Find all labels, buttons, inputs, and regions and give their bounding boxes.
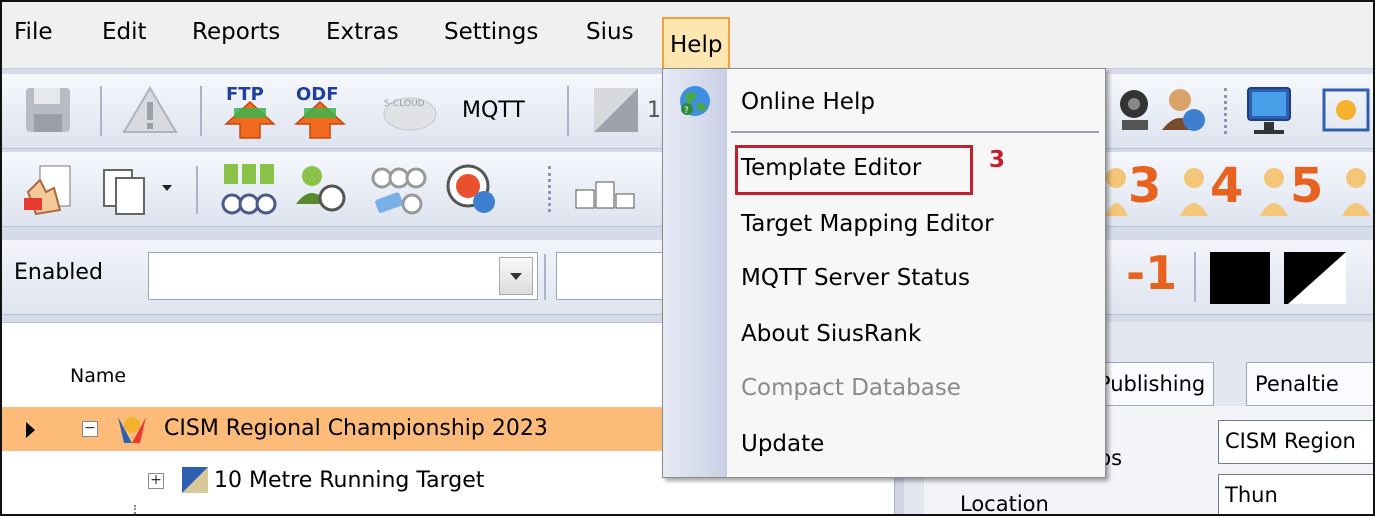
toolbar-separator — [196, 166, 198, 214]
monitor-icon[interactable] — [1242, 84, 1298, 138]
menu-bar: File Edit Reports Extras Settings Sius H… — [2, 2, 1373, 69]
clear-targets-icon[interactable] — [368, 160, 430, 220]
ranking-podium-icon[interactable] — [570, 174, 650, 214]
secondary-filter-combo[interactable] — [556, 252, 667, 300]
menu-help[interactable]: Help — [662, 17, 731, 69]
row-selector-arrow — [26, 422, 35, 438]
running-target-icon — [182, 467, 208, 493]
tree-row-label: CISM Regional Championship 2023 — [164, 416, 548, 441]
menu-file[interactable]: File — [8, 2, 59, 68]
menu-item-target-mapping-editor[interactable]: Target Mapping Editor — [741, 211, 994, 237]
target-settings-icon[interactable] — [442, 160, 502, 220]
menu-item-update[interactable]: Update — [741, 431, 824, 457]
toolbar-separator — [548, 166, 553, 212]
odf-label: ODF — [296, 84, 339, 105]
camera-icon[interactable] — [1112, 84, 1152, 136]
menu-item-about-siusrank[interactable]: About SiusRank — [741, 321, 921, 347]
half-fill-button[interactable] — [1284, 252, 1346, 304]
mqtt-button[interactable]: MQTT — [462, 98, 525, 123]
menu-item-compact-database: Compact Database — [741, 375, 961, 401]
save-icon[interactable] — [22, 84, 74, 136]
expand-icon[interactable]: + — [148, 473, 164, 489]
toolbar-separator — [100, 86, 102, 136]
shooter-sync-icon[interactable] — [292, 160, 352, 220]
globe-help-icon: ? — [680, 86, 710, 116]
championship-ribbon-icon — [118, 417, 146, 443]
menu-item-online-help[interactable]: Online Help — [741, 89, 875, 115]
scloud-icon[interactable]: S-CLOUD — [378, 86, 442, 136]
team-targets-icon[interactable] — [218, 160, 280, 220]
user-sync-icon[interactable] — [1158, 84, 1210, 136]
location-label: Location — [960, 492, 1049, 516]
tree-line — [134, 505, 136, 514]
location-input[interactable]: Thun — [1218, 474, 1373, 514]
menu-reports[interactable]: Reports — [186, 2, 286, 68]
menu-separator — [731, 131, 1099, 133]
toolbar-separator — [567, 86, 569, 136]
place-person-icon[interactable] — [1340, 160, 1374, 220]
enabled-filter-combo[interactable] — [148, 252, 538, 300]
warning-icon[interactable] — [122, 84, 178, 136]
highlight-annotation-box — [735, 145, 973, 195]
hand-pointer-icon[interactable] — [20, 162, 76, 218]
menu-edit[interactable]: Edit — [96, 2, 153, 68]
ftp-label: FTP — [226, 84, 264, 105]
ftp-upload-icon[interactable]: FTP — [220, 78, 280, 140]
chevron-down-icon[interactable] — [499, 257, 533, 295]
enabled-label: Enabled — [14, 260, 103, 285]
toolbar-separator — [1194, 252, 1196, 302]
target-display-icon[interactable] — [1320, 84, 1372, 138]
scloud-label: S-CLOUD — [384, 99, 425, 109]
step-callout-number: 3 — [989, 147, 1006, 173]
toolbar-separator — [200, 86, 202, 136]
place-number-5[interactable]: 5 — [1290, 158, 1323, 214]
menu-settings[interactable]: Settings — [438, 2, 544, 68]
menu-item-mqtt-server-status[interactable]: MQTT Server Status — [741, 265, 970, 291]
place-number-4[interactable]: 4 — [1210, 158, 1243, 214]
collapse-icon[interactable]: − — [82, 421, 98, 437]
copy-documents-icon[interactable] — [98, 162, 158, 218]
place-number-3[interactable]: 3 — [1128, 158, 1161, 214]
black-fill-button[interactable] — [1210, 252, 1270, 304]
menu-icon-gutter — [663, 69, 727, 477]
chevron-down-icon[interactable] — [162, 185, 172, 191]
menu-extras[interactable]: Extras — [320, 2, 405, 68]
minus-one-button[interactable]: -1 — [1126, 246, 1177, 300]
tree-column-name[interactable]: Name — [70, 365, 126, 387]
toolbar-separator — [544, 254, 546, 300]
championship-name-input[interactable]: CISM Region — [1218, 420, 1373, 464]
target-gray-icon[interactable] — [590, 84, 642, 136]
toolbar-separator — [1224, 88, 1229, 134]
menu-sius[interactable]: Sius — [580, 2, 640, 68]
app-window: File Edit Reports Extras Settings Sius H… — [0, 0, 1375, 516]
svg-text:?: ? — [684, 106, 689, 116]
odf-upload-icon[interactable]: ODF — [290, 78, 350, 140]
help-menu-dropdown: ? Online Help Template Editor 3 Target M… — [662, 68, 1106, 478]
toolbar-counter: 1 — [647, 98, 661, 123]
tree-row-label: 10 Metre Running Target — [214, 468, 485, 493]
tab-penalties[interactable]: Penaltie — [1246, 362, 1373, 406]
